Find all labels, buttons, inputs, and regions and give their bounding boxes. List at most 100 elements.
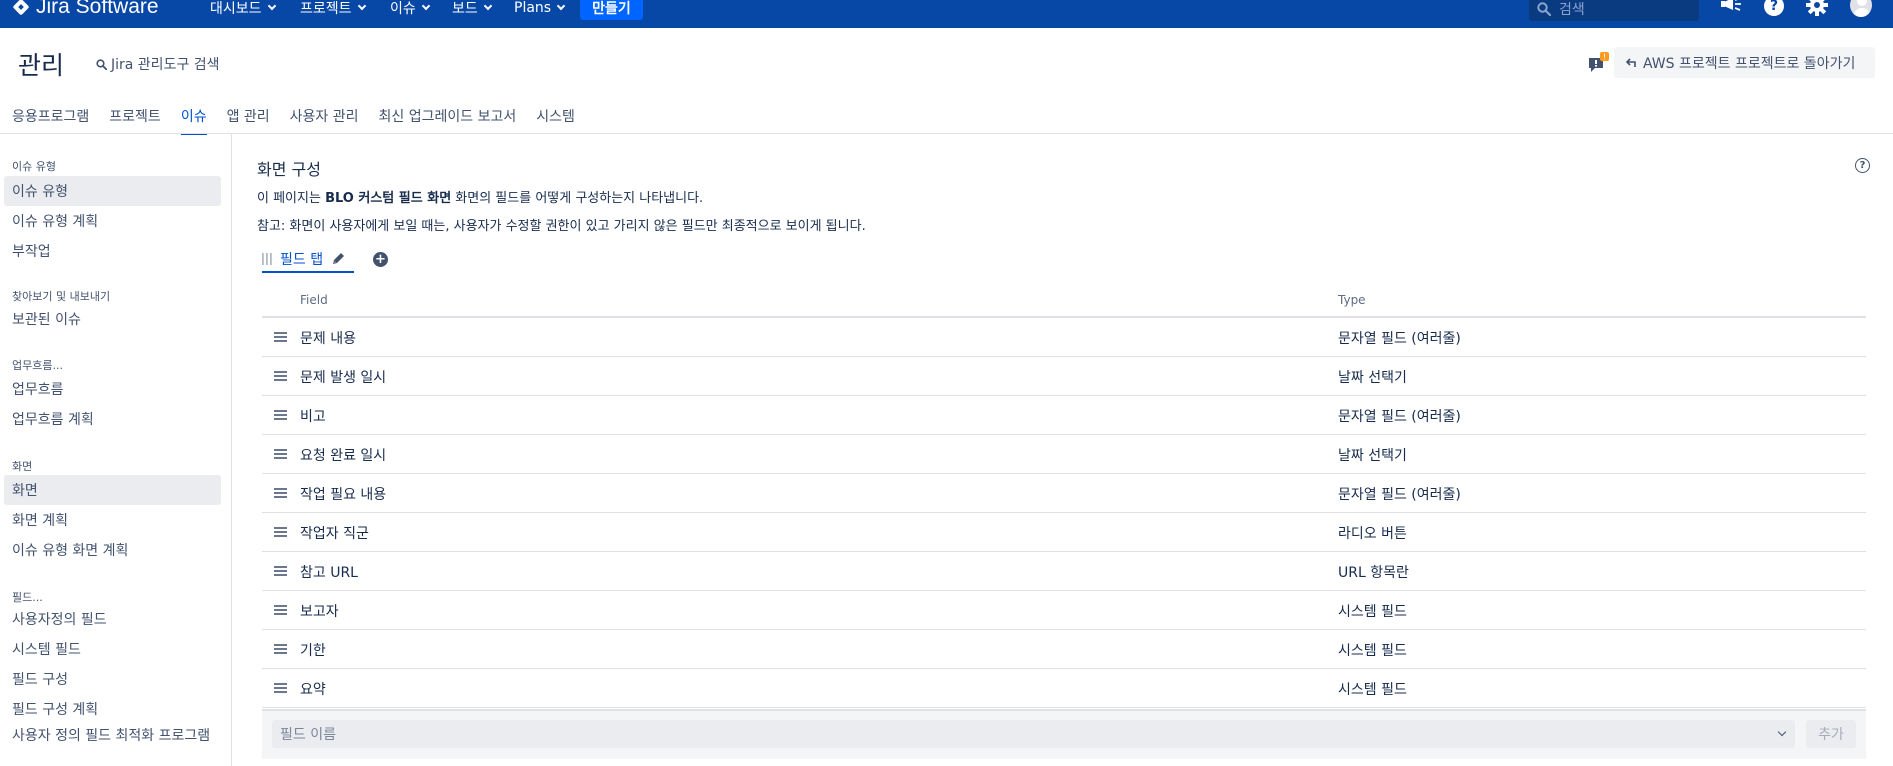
page-note: 참고: 화면이 사용자에게 보일 때는, 사용자가 수정할 권한이 있고 가리지…: [257, 219, 866, 234]
field-name-select[interactable]: 필드 이름: [272, 720, 1795, 748]
drag-handle-icon[interactable]: [274, 488, 287, 498]
admin-tabs: 응용프로그램 프로젝트 이슈 앱 관리 사용자 관리 최신 업그레이드 보고서 …: [12, 106, 595, 135]
nav-label: 프로젝트: [300, 1, 352, 17]
drag-handle-icon[interactable]: [274, 683, 287, 693]
table-row[interactable]: 비고 문자열 필드 (여러줄): [262, 396, 1866, 435]
nav-projects[interactable]: 프로젝트: [300, 0, 366, 18]
table-row[interactable]: 문제 발생 일시 날짜 선택기: [262, 357, 1866, 396]
sidebar-heading-screens: 화면: [12, 460, 33, 473]
field-name: 요약: [300, 682, 326, 698]
field-name: 작업자 직군: [300, 526, 369, 542]
sidebar-item-workflows[interactable]: 업무흐름: [4, 374, 221, 404]
add-field-button[interactable]: 추가: [1806, 720, 1856, 748]
sidebar-item-screens[interactable]: 화면: [4, 475, 221, 505]
tab-applications[interactable]: 응용프로그램: [12, 106, 89, 134]
table-row[interactable]: 참고 URL URL 항목란: [262, 552, 1866, 591]
drag-handle-icon[interactable]: [274, 410, 287, 420]
drag-handle-icon[interactable]: [274, 644, 287, 654]
drag-handle-icon[interactable]: [274, 332, 287, 342]
field-type: 날짜 선택기: [1338, 370, 1407, 386]
top-navigation: Jira Software 대시보드 프로젝트 이슈 보드 Plans 만들기 …: [0, 0, 1893, 28]
table-row[interactable]: 기한 시스템 필드: [262, 630, 1866, 669]
desc-prefix: 이 페이지는: [257, 191, 326, 206]
feedback-icon: !: [1589, 52, 1609, 72]
notifications-button[interactable]: [1721, 0, 1743, 18]
field-name: 문제 발생 일시: [300, 370, 387, 386]
help-icon[interactable]: ?: [1855, 158, 1870, 173]
table-row[interactable]: 문제 내용 문자열 필드 (여러줄): [262, 318, 1866, 357]
screen-tab-underline: [262, 271, 354, 273]
drag-handle-icon[interactable]: [274, 449, 287, 459]
chevron-down-icon: [421, 1, 431, 11]
tab-issues[interactable]: 이슈: [180, 106, 207, 135]
page-description: 이 페이지는 BLO 커스텀 필드 화면 화면의 필드를 어떻게 구성하는지 나…: [257, 187, 703, 206]
drag-handle-icon[interactable]: [262, 252, 272, 266]
nav-label: 보드: [452, 1, 478, 17]
help-button[interactable]: ?: [1763, 0, 1785, 18]
sidebar-item-issue-type-screen-schemes[interactable]: 이슈 유형 화면 계획: [4, 535, 221, 565]
search-input[interactable]: 검색: [1529, 0, 1699, 21]
sidebar-item-subtasks[interactable]: 부작업: [4, 236, 221, 266]
sidebar-item-issue-type-schemes[interactable]: 이슈 유형 계획: [4, 206, 221, 236]
sidebar-item-archived-issues[interactable]: 보관된 이슈: [4, 304, 221, 334]
field-name: 참고 URL: [300, 565, 358, 581]
notifications-icon: [1721, 0, 1741, 11]
add-tab-button[interactable]: +: [373, 252, 388, 267]
settings-icon: [1806, 0, 1828, 16]
table-row[interactable]: 작업 필요 내용 문자열 필드 (여러줄): [262, 474, 1866, 513]
nav-plans[interactable]: Plans: [514, 0, 566, 18]
field-name: 보고자: [300, 604, 339, 620]
nav-boards[interactable]: 보드: [452, 0, 493, 18]
search-icon: [1537, 1, 1551, 16]
sidebar-item-field-configurations[interactable]: 필드 구성: [4, 664, 221, 694]
tab-system[interactable]: 시스템: [536, 106, 575, 134]
field-type: 시스템 필드: [1338, 643, 1407, 659]
sidebar-item-system-fields[interactable]: 시스템 필드: [4, 634, 221, 664]
sidebar-item-custom-field-optimizer[interactable]: 사용자 정의 필드 최적화 프로그램: [4, 724, 221, 764]
sidebar-item-custom-fields[interactable]: 사용자정의 필드: [4, 604, 221, 634]
tab-manage-apps[interactable]: 앱 관리: [227, 106, 270, 134]
jira-logo[interactable]: Jira Software: [12, 0, 159, 20]
table-row[interactable]: 요청 완료 일시 날짜 선택기: [262, 435, 1866, 474]
sidebar-item-screen-schemes[interactable]: 화면 계획: [4, 505, 221, 535]
create-button[interactable]: 만들기: [580, 0, 643, 20]
chevron-down-icon: [357, 1, 366, 11]
field-name: 문제 내용: [300, 331, 356, 347]
page-title: 관리: [18, 51, 65, 80]
table-row[interactable]: 요약 시스템 필드: [262, 669, 1866, 708]
drag-handle-icon[interactable]: [274, 605, 287, 615]
table-row[interactable]: 보고자 시스템 필드: [262, 591, 1866, 630]
drag-handle-icon[interactable]: [274, 527, 287, 537]
desc-suffix: 화면의 필드를 어떻게 구성하는지 나타냅니다.: [451, 191, 704, 206]
nav-issues[interactable]: 이슈: [390, 0, 431, 18]
field-type: 문자열 필드 (여러줄): [1338, 331, 1461, 347]
screen-tab-fields[interactable]: 필드 탭: [262, 246, 345, 272]
feedback-button[interactable]: !: [1588, 52, 1610, 72]
sidebar-item-issue-types[interactable]: 이슈 유형: [4, 176, 221, 206]
sidebar-item-field-configuration-schemes[interactable]: 필드 구성 계획: [4, 694, 221, 724]
sidebar: 이슈 유형 이슈 유형 이슈 유형 계획 부작업 찾아보기 및 내보내기 보관된…: [0, 134, 232, 766]
field-type: 시스템 필드: [1338, 604, 1407, 620]
help-icon: ?: [1764, 0, 1784, 16]
chevron-down-icon: [1777, 727, 1787, 737]
nav-dashboards[interactable]: 대시보드: [210, 0, 276, 18]
column-field: Field: [300, 293, 328, 307]
sidebar-item-workflow-schemes[interactable]: 업무흐름 계획: [4, 404, 221, 434]
field-type: 문자열 필드 (여러줄): [1338, 487, 1461, 503]
tab-projects[interactable]: 프로젝트: [109, 106, 161, 134]
drag-handle-icon[interactable]: [274, 566, 287, 576]
field-name: 비고: [300, 409, 326, 425]
settings-button[interactable]: [1806, 0, 1828, 18]
table-row[interactable]: 작업자 직군 라디오 버튼: [262, 513, 1866, 552]
fields-table: Field Type 문제 내용 문자열 필드 (여러줄) 문제 발생 일시 날…: [262, 288, 1866, 708]
admin-search-link[interactable]: Jira 관리도구 검색: [96, 54, 220, 74]
tab-user-management[interactable]: 사용자 관리: [290, 106, 359, 134]
chevron-down-icon: [483, 1, 493, 11]
drag-handle-icon[interactable]: [274, 371, 287, 381]
chevron-down-icon: [267, 1, 276, 11]
tabs-divider: [0, 133, 1893, 134]
tab-upgrade-report[interactable]: 최신 업그레이드 보고서: [379, 106, 517, 134]
edit-pencil-icon[interactable]: [331, 252, 345, 266]
profile-button[interactable]: [1850, 0, 1872, 18]
back-to-project-button[interactable]: AWS 프로젝트 프로젝트로 돌아가기: [1614, 47, 1875, 78]
